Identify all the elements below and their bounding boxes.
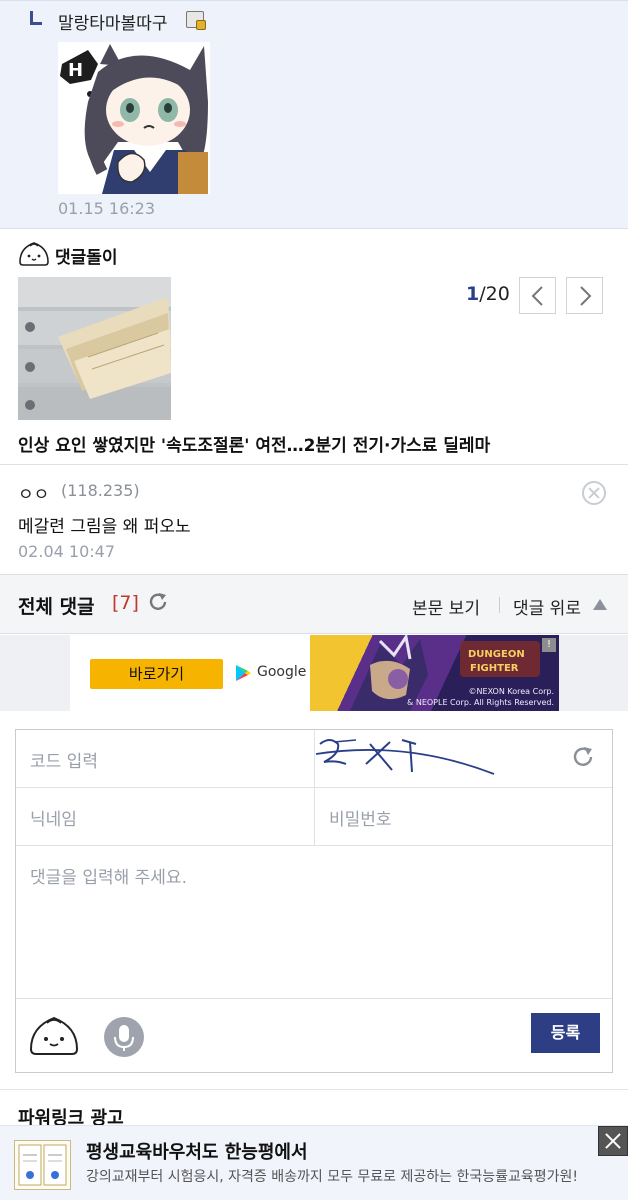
dori-mascot-icon [18, 240, 50, 270]
password-input[interactable]: 비밀번호 [329, 805, 392, 830]
bottom-ad-title[interactable]: 평생교육바우처도 한능평에서 [86, 1138, 308, 1164]
ad-left-panel: 바로가기 Google Play [70, 635, 350, 711]
comments-top-link[interactable]: 댓글 위로 [513, 594, 581, 619]
pager-total: /20 [479, 283, 510, 305]
divider [499, 597, 500, 613]
submit-comment-button[interactable]: 등록 [531, 1013, 600, 1053]
svg-text:FIGHTER: FIGHTER [470, 663, 519, 674]
comment-ip: (118.235) [61, 481, 140, 500]
dccon-mascot-icon[interactable] [28, 1013, 80, 1061]
microphone-icon[interactable] [104, 1017, 144, 1057]
divider [314, 788, 315, 846]
all-comments-title: 전체 댓글 [18, 596, 95, 618]
reply-comment: 말랑타마볼따구 H 01.15 16:23 [0, 0, 628, 229]
view-post-link[interactable]: 본문 보기 [412, 594, 480, 619]
comment-text: 메갈련 그림을 왜 퍼오노 [18, 517, 191, 537]
comment-count: [7] [112, 592, 139, 614]
bottom-ad-banner[interactable]: 평생교육바우처도 한능평에서 강의교재부터 시험응시, 자격증 배송까지 모두 … [0, 1125, 628, 1200]
form-row: 닉네임 비밀번호 [16, 788, 612, 846]
comment-textarea[interactable]: 댓글을 입력해 주세요. [30, 863, 187, 888]
svg-text:DUNGEON: DUNGEON [468, 649, 525, 660]
comments-header-bar: 전체 댓글 [7] 본문 보기 댓글 위로 [0, 574, 628, 634]
ad-copyright: ©NEXON Korea Corp. & NEOPLE Corp. All Ri… [407, 686, 554, 708]
code-input[interactable]: 코드 입력 [30, 747, 98, 772]
pager-current: 1 [466, 283, 480, 305]
prev-news-button[interactable] [519, 277, 556, 314]
form-footer: 등록 [16, 998, 612, 1072]
refresh-comments-icon[interactable] [147, 591, 169, 617]
reply-sticker-image[interactable]: H [58, 42, 210, 194]
news-thumbnail[interactable] [18, 277, 171, 420]
captcha-image [315, 732, 506, 790]
google-play-icon [236, 665, 251, 681]
game-ad-banner[interactable]: 바로가기 Google Play DUNGEON FIGHTER ©NEXON … [70, 635, 559, 711]
reply-arrow-icon [30, 11, 42, 25]
delete-comment-icon[interactable] [582, 481, 606, 505]
ad-copyright-line: ©NEXON Korea Corp. [468, 687, 554, 696]
divider [0, 464, 628, 465]
chevron-left-icon [531, 286, 543, 306]
ad-go-button[interactable]: 바로가기 [90, 659, 223, 689]
chevron-right-icon [580, 286, 592, 306]
fixed-nick-icon [186, 11, 206, 30]
news-title-link[interactable]: 인상 요인 쌓였지만 '속도조절론' 여전…2분기 전기·가스료 딜레마 [18, 431, 490, 456]
dori-title: 댓글돌이 [55, 248, 118, 268]
bottom-ad-description: 강의교재부터 시험응시, 자격증 배송까지 모두 무료로 제공하는 한국능률교육… [86, 1169, 579, 1185]
comment-nickname[interactable]: ㅇㅇ [18, 480, 49, 505]
nickname-input[interactable]: 닉네임 [30, 805, 77, 830]
close-ad-icon[interactable] [598, 1126, 628, 1156]
ad-copyright-line: & NEOPLE Corp. All Rights Reserved. [407, 698, 554, 707]
comment-form: 코드 입력 닉네임 비밀번호 댓글을 입력해 주세요. 등록 [15, 729, 613, 1073]
arrow-up-icon[interactable] [593, 599, 607, 610]
reply-time: 01.15 16:23 [58, 199, 155, 218]
next-news-button[interactable] [566, 277, 603, 314]
reply-nickname[interactable]: 말랑타마볼따구 [58, 9, 167, 34]
divider [0, 1089, 628, 1090]
form-row: 코드 입력 [16, 730, 612, 788]
certificate-image [14, 1140, 71, 1190]
comment-time: 02.04 10:47 [18, 542, 115, 561]
ad-info-icon[interactable]: ! [542, 638, 556, 652]
ad-artwork: DUNGEON FIGHTER ©NEXON Korea Corp. & NEO… [310, 635, 559, 711]
captcha-refresh-icon[interactable] [571, 745, 595, 773]
divider [314, 730, 315, 788]
svg-text:H: H [68, 60, 83, 81]
news-pager: 1/20 [466, 283, 510, 305]
